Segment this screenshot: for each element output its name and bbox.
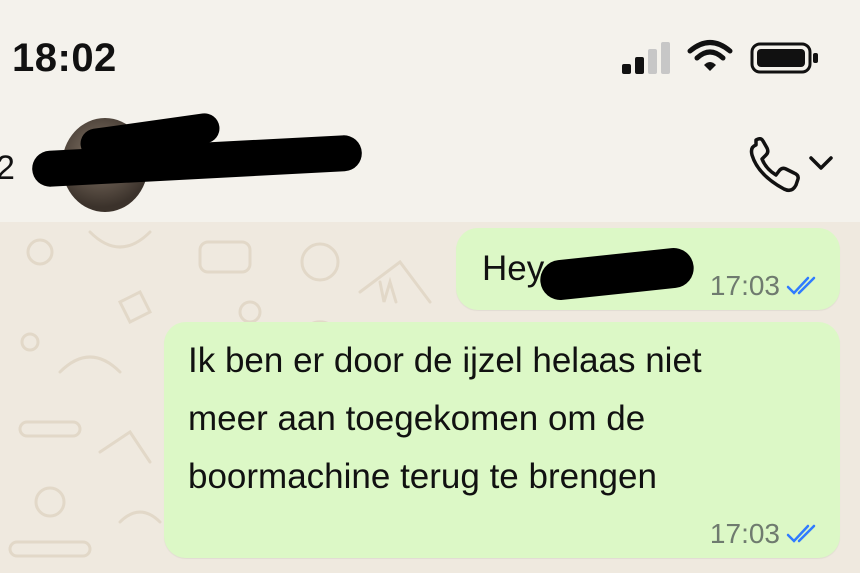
- battery-icon: [750, 42, 818, 74]
- wifi-icon: [687, 40, 733, 71]
- message-redaction: [538, 246, 696, 302]
- message-text: Hey: [482, 249, 545, 288]
- message-meta: 17:03: [710, 518, 822, 550]
- message-time: 17:03: [709, 518, 780, 549]
- double-check-icon: [786, 276, 816, 295]
- status-time: 18:02: [12, 36, 117, 80]
- message-meta: 17:03: [710, 270, 822, 302]
- chevron-down-icon[interactable]: [808, 153, 834, 173]
- double-check-icon: [786, 524, 816, 543]
- message-bubble[interactable]: Hey 17:03: [456, 228, 840, 310]
- message-time: 17:03: [709, 270, 780, 301]
- chat-area: Hey 17:03 Ik ben er door de ijzel helaas…: [0, 222, 860, 573]
- chat-header: 2: [0, 111, 860, 222]
- cellular-signal-icon: [622, 42, 670, 74]
- back-count[interactable]: 2: [0, 149, 15, 188]
- message-text: Ik ben er door de ijzel helaas niet meer…: [188, 341, 702, 496]
- message-bubble[interactable]: Ik ben er door de ijzel helaas niet meer…: [164, 322, 840, 558]
- phone-icon[interactable]: [746, 137, 806, 195]
- status-bar: 18:02: [0, 0, 860, 115]
